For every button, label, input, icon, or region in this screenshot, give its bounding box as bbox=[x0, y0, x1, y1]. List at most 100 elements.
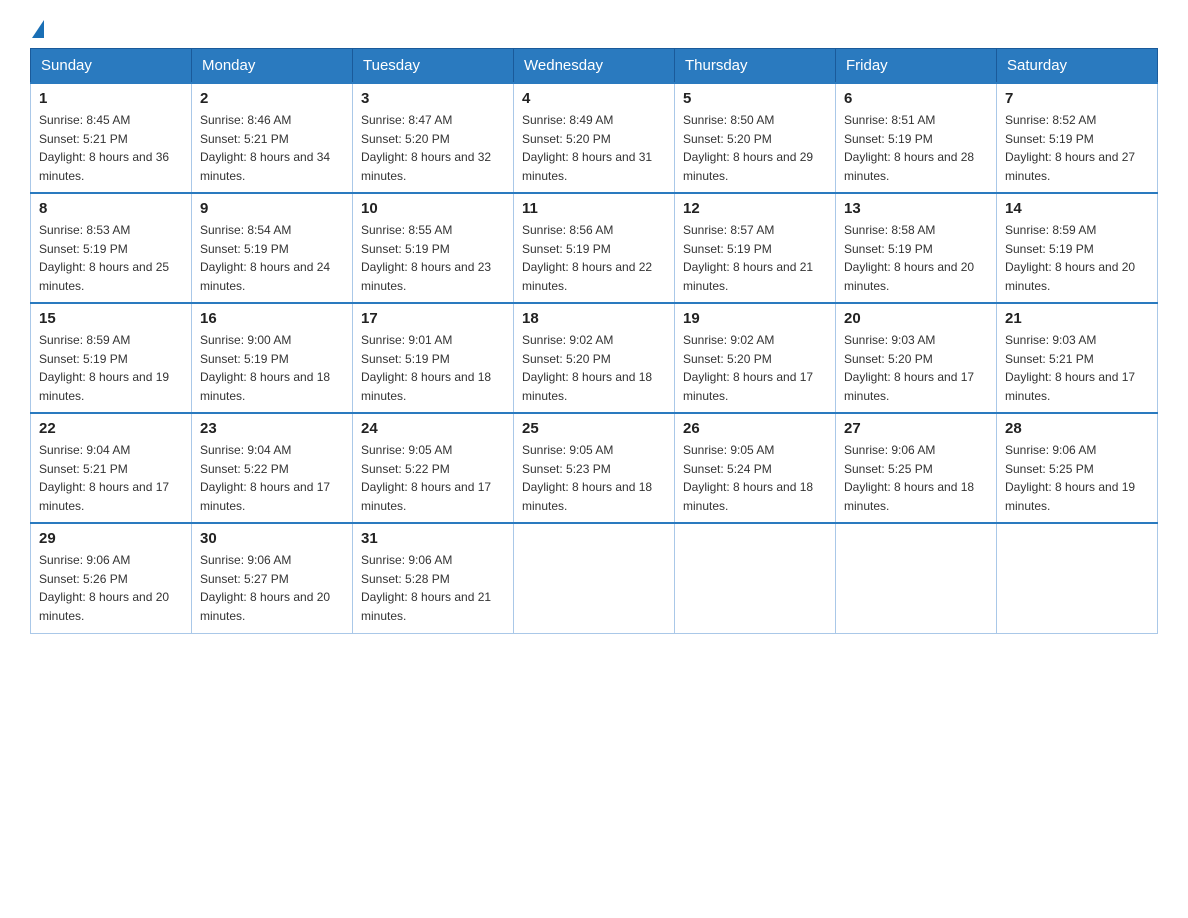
day-info: Sunrise: 9:00 AMSunset: 5:19 PMDaylight:… bbox=[200, 333, 330, 403]
day-number: 21 bbox=[1005, 310, 1149, 327]
day-number: 13 bbox=[844, 200, 988, 217]
day-number: 3 bbox=[361, 90, 505, 107]
day-info: Sunrise: 8:52 AMSunset: 5:19 PMDaylight:… bbox=[1005, 113, 1135, 183]
day-number: 25 bbox=[522, 420, 666, 437]
day-number: 1 bbox=[39, 90, 183, 107]
day-number: 30 bbox=[200, 530, 344, 547]
day-number: 28 bbox=[1005, 420, 1149, 437]
day-info: Sunrise: 9:01 AMSunset: 5:19 PMDaylight:… bbox=[361, 333, 491, 403]
calendar-week-row: 15 Sunrise: 8:59 AMSunset: 5:19 PMDaylig… bbox=[31, 303, 1158, 413]
day-info: Sunrise: 9:04 AMSunset: 5:22 PMDaylight:… bbox=[200, 443, 330, 513]
calendar-cell: 18 Sunrise: 9:02 AMSunset: 5:20 PMDaylig… bbox=[514, 303, 675, 413]
day-number: 15 bbox=[39, 310, 183, 327]
calendar-cell: 22 Sunrise: 9:04 AMSunset: 5:21 PMDaylig… bbox=[31, 413, 192, 523]
day-info: Sunrise: 9:03 AMSunset: 5:21 PMDaylight:… bbox=[1005, 333, 1135, 403]
calendar-cell bbox=[836, 523, 997, 633]
day-info: Sunrise: 9:06 AMSunset: 5:25 PMDaylight:… bbox=[1005, 443, 1135, 513]
day-info: Sunrise: 8:59 AMSunset: 5:19 PMDaylight:… bbox=[1005, 223, 1135, 293]
day-number: 27 bbox=[844, 420, 988, 437]
day-number: 24 bbox=[361, 420, 505, 437]
page-header bbox=[30, 20, 1158, 38]
day-info: Sunrise: 8:59 AMSunset: 5:19 PMDaylight:… bbox=[39, 333, 169, 403]
calendar-cell: 27 Sunrise: 9:06 AMSunset: 5:25 PMDaylig… bbox=[836, 413, 997, 523]
day-number: 31 bbox=[361, 530, 505, 547]
weekday-header-tuesday: Tuesday bbox=[353, 49, 514, 84]
day-info: Sunrise: 8:58 AMSunset: 5:19 PMDaylight:… bbox=[844, 223, 974, 293]
day-number: 4 bbox=[522, 90, 666, 107]
day-info: Sunrise: 8:54 AMSunset: 5:19 PMDaylight:… bbox=[200, 223, 330, 293]
day-number: 6 bbox=[844, 90, 988, 107]
calendar-cell: 12 Sunrise: 8:57 AMSunset: 5:19 PMDaylig… bbox=[675, 193, 836, 303]
day-info: Sunrise: 9:04 AMSunset: 5:21 PMDaylight:… bbox=[39, 443, 169, 513]
day-info: Sunrise: 9:06 AMSunset: 5:26 PMDaylight:… bbox=[39, 553, 169, 623]
calendar-cell: 21 Sunrise: 9:03 AMSunset: 5:21 PMDaylig… bbox=[997, 303, 1158, 413]
calendar-cell: 4 Sunrise: 8:49 AMSunset: 5:20 PMDayligh… bbox=[514, 83, 675, 193]
calendar-header-row: SundayMondayTuesdayWednesdayThursdayFrid… bbox=[31, 49, 1158, 84]
calendar-cell bbox=[514, 523, 675, 633]
calendar-cell bbox=[675, 523, 836, 633]
calendar-cell: 11 Sunrise: 8:56 AMSunset: 5:19 PMDaylig… bbox=[514, 193, 675, 303]
calendar-cell: 19 Sunrise: 9:02 AMSunset: 5:20 PMDaylig… bbox=[675, 303, 836, 413]
day-number: 7 bbox=[1005, 90, 1149, 107]
day-info: Sunrise: 8:49 AMSunset: 5:20 PMDaylight:… bbox=[522, 113, 652, 183]
calendar-week-row: 8 Sunrise: 8:53 AMSunset: 5:19 PMDayligh… bbox=[31, 193, 1158, 303]
calendar-week-row: 22 Sunrise: 9:04 AMSunset: 5:21 PMDaylig… bbox=[31, 413, 1158, 523]
calendar-table: SundayMondayTuesdayWednesdayThursdayFrid… bbox=[30, 48, 1158, 634]
day-info: Sunrise: 8:55 AMSunset: 5:19 PMDaylight:… bbox=[361, 223, 491, 293]
calendar-cell: 6 Sunrise: 8:51 AMSunset: 5:19 PMDayligh… bbox=[836, 83, 997, 193]
day-number: 8 bbox=[39, 200, 183, 217]
logo bbox=[30, 20, 44, 38]
calendar-cell: 25 Sunrise: 9:05 AMSunset: 5:23 PMDaylig… bbox=[514, 413, 675, 523]
day-info: Sunrise: 8:57 AMSunset: 5:19 PMDaylight:… bbox=[683, 223, 813, 293]
day-number: 5 bbox=[683, 90, 827, 107]
calendar-cell: 2 Sunrise: 8:46 AMSunset: 5:21 PMDayligh… bbox=[192, 83, 353, 193]
calendar-cell: 29 Sunrise: 9:06 AMSunset: 5:26 PMDaylig… bbox=[31, 523, 192, 633]
day-number: 17 bbox=[361, 310, 505, 327]
day-info: Sunrise: 9:06 AMSunset: 5:25 PMDaylight:… bbox=[844, 443, 974, 513]
weekday-header-friday: Friday bbox=[836, 49, 997, 84]
day-number: 9 bbox=[200, 200, 344, 217]
day-info: Sunrise: 8:51 AMSunset: 5:19 PMDaylight:… bbox=[844, 113, 974, 183]
weekday-header-monday: Monday bbox=[192, 49, 353, 84]
day-number: 11 bbox=[522, 200, 666, 217]
calendar-cell: 13 Sunrise: 8:58 AMSunset: 5:19 PMDaylig… bbox=[836, 193, 997, 303]
day-number: 14 bbox=[1005, 200, 1149, 217]
calendar-cell: 20 Sunrise: 9:03 AMSunset: 5:20 PMDaylig… bbox=[836, 303, 997, 413]
weekday-header-saturday: Saturday bbox=[997, 49, 1158, 84]
weekday-header-sunday: Sunday bbox=[31, 49, 192, 84]
day-info: Sunrise: 8:45 AMSunset: 5:21 PMDaylight:… bbox=[39, 113, 169, 183]
day-info: Sunrise: 8:46 AMSunset: 5:21 PMDaylight:… bbox=[200, 113, 330, 183]
calendar-cell: 16 Sunrise: 9:00 AMSunset: 5:19 PMDaylig… bbox=[192, 303, 353, 413]
day-number: 18 bbox=[522, 310, 666, 327]
calendar-cell: 5 Sunrise: 8:50 AMSunset: 5:20 PMDayligh… bbox=[675, 83, 836, 193]
day-info: Sunrise: 8:47 AMSunset: 5:20 PMDaylight:… bbox=[361, 113, 491, 183]
calendar-cell bbox=[997, 523, 1158, 633]
day-info: Sunrise: 9:06 AMSunset: 5:28 PMDaylight:… bbox=[361, 553, 491, 623]
calendar-cell: 14 Sunrise: 8:59 AMSunset: 5:19 PMDaylig… bbox=[997, 193, 1158, 303]
day-info: Sunrise: 9:05 AMSunset: 5:23 PMDaylight:… bbox=[522, 443, 652, 513]
calendar-cell: 24 Sunrise: 9:05 AMSunset: 5:22 PMDaylig… bbox=[353, 413, 514, 523]
calendar-week-row: 1 Sunrise: 8:45 AMSunset: 5:21 PMDayligh… bbox=[31, 83, 1158, 193]
calendar-cell: 28 Sunrise: 9:06 AMSunset: 5:25 PMDaylig… bbox=[997, 413, 1158, 523]
day-number: 10 bbox=[361, 200, 505, 217]
day-info: Sunrise: 8:53 AMSunset: 5:19 PMDaylight:… bbox=[39, 223, 169, 293]
calendar-week-row: 29 Sunrise: 9:06 AMSunset: 5:26 PMDaylig… bbox=[31, 523, 1158, 633]
calendar-cell: 7 Sunrise: 8:52 AMSunset: 5:19 PMDayligh… bbox=[997, 83, 1158, 193]
calendar-cell: 26 Sunrise: 9:05 AMSunset: 5:24 PMDaylig… bbox=[675, 413, 836, 523]
day-info: Sunrise: 9:05 AMSunset: 5:22 PMDaylight:… bbox=[361, 443, 491, 513]
calendar-cell: 23 Sunrise: 9:04 AMSunset: 5:22 PMDaylig… bbox=[192, 413, 353, 523]
weekday-header-wednesday: Wednesday bbox=[514, 49, 675, 84]
calendar-cell: 1 Sunrise: 8:45 AMSunset: 5:21 PMDayligh… bbox=[31, 83, 192, 193]
day-number: 22 bbox=[39, 420, 183, 437]
day-info: Sunrise: 9:02 AMSunset: 5:20 PMDaylight:… bbox=[683, 333, 813, 403]
day-number: 29 bbox=[39, 530, 183, 547]
day-info: Sunrise: 9:02 AMSunset: 5:20 PMDaylight:… bbox=[522, 333, 652, 403]
calendar-cell: 10 Sunrise: 8:55 AMSunset: 5:19 PMDaylig… bbox=[353, 193, 514, 303]
logo-triangle-icon bbox=[32, 20, 44, 38]
day-number: 2 bbox=[200, 90, 344, 107]
day-number: 26 bbox=[683, 420, 827, 437]
day-info: Sunrise: 9:05 AMSunset: 5:24 PMDaylight:… bbox=[683, 443, 813, 513]
weekday-header-thursday: Thursday bbox=[675, 49, 836, 84]
day-number: 20 bbox=[844, 310, 988, 327]
day-number: 23 bbox=[200, 420, 344, 437]
